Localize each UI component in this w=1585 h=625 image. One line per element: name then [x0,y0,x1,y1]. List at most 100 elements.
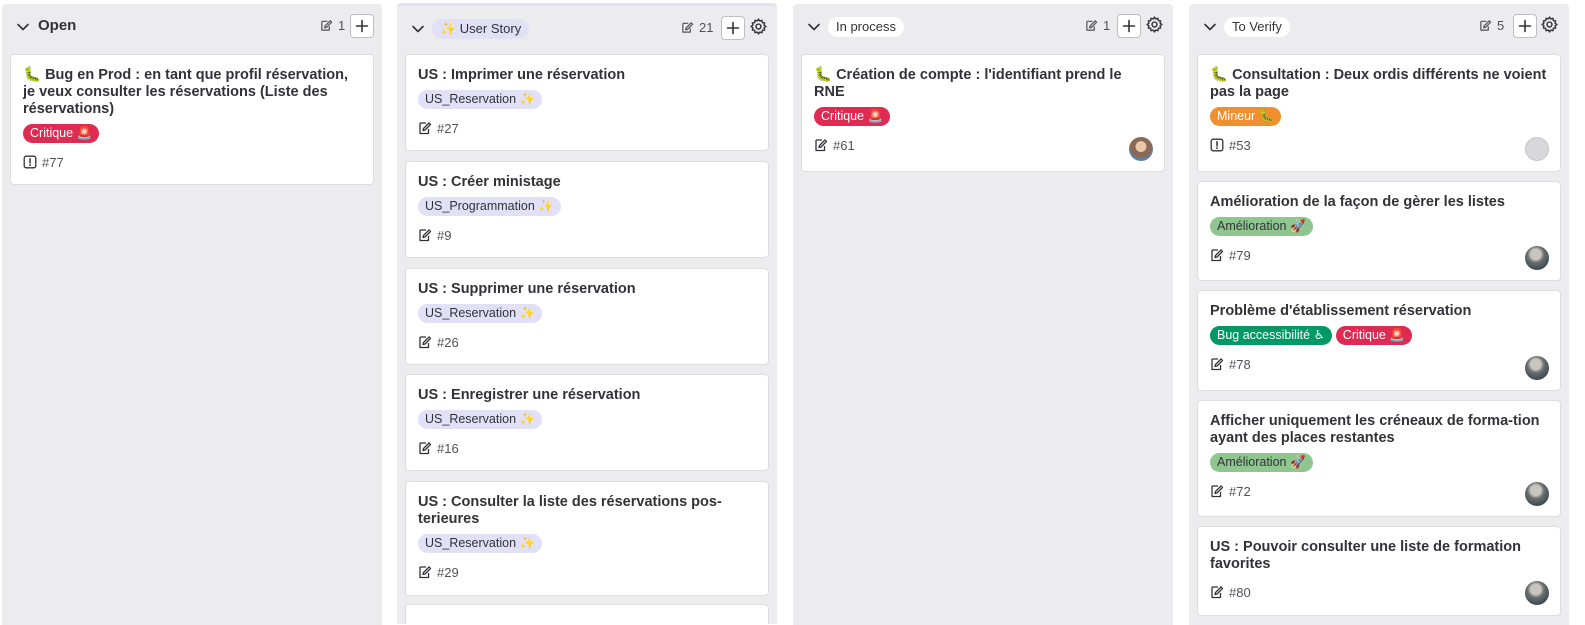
label-amelioration[interactable]: Amélioration 🚀 [1210,453,1313,472]
task-count-icon [320,19,333,32]
card-labels: US_Reservation ✨ [418,534,756,553]
task-icon [418,335,432,349]
list-header: Open 1 [2,4,382,48]
task-count-icon [1085,19,1098,32]
label-amelioration[interactable]: Amélioration 🚀 [1210,217,1313,236]
issue-card[interactable]: 🐛 Création de compte : l'identifiant pre… [801,54,1165,172]
chevron-down-icon[interactable] [807,20,821,34]
issue-card[interactable]: 🐛 Consultation : Deux ordis différents n… [1197,54,1561,172]
card-title[interactable]: US : Enregistrer une réservation [418,387,756,404]
card-title[interactable]: US : Créer ministage [418,174,756,191]
card-title[interactable]: US : Supprimer une réservation [418,281,756,298]
card-meta: #26 [418,331,756,353]
label-us-reservation[interactable]: US_Reservation ✨ [418,90,543,109]
assignee-avatar[interactable] [1525,246,1549,270]
card-title[interactable]: Amélioration de la façon de gèrer les li… [1210,194,1548,211]
label-mineur[interactable]: Mineur 🐛 [1210,107,1282,126]
list-settings-button[interactable] [1540,16,1558,35]
task-icon [814,138,828,152]
board-list-to-verify: To Verify 5 🐛 Consultation : Deux ordis … [1189,4,1569,625]
card-labels: US_Programmation ✨ [418,197,756,216]
add-issue-button[interactable] [1117,14,1141,38]
issue-card[interactable]: US : Imprimer une réservation US_Reserva… [405,54,769,151]
plus-icon [1518,19,1532,33]
issue-icon [1210,138,1224,152]
card-reference: #80 [1229,584,1251,600]
card-meta: #77 [23,151,361,173]
issue-count: 1 [320,18,345,33]
card-labels: Critique 🚨 [23,124,361,143]
card-title[interactable]: 🐛 Bug en Prod : en tant que profil réser… [23,67,361,118]
card-reference: #9 [437,227,452,243]
chevron-down-icon[interactable] [1203,20,1217,34]
card-reference: #53 [1229,137,1251,153]
card-title[interactable]: US : Imprimer une réservation [418,67,756,84]
list-title: To Verify [1224,17,1290,37]
assignee-avatar[interactable] [1525,581,1549,605]
chevron-down-icon[interactable] [411,22,425,36]
board-list-in-process: In process 1 🐛 Création de compte : l'id… [793,4,1173,625]
issue-card[interactable]: US : Supprimer une réservation US_Reserv… [405,268,769,365]
issue-card[interactable] [405,604,769,624]
gear-icon [749,18,767,38]
card-labels: US_Reservation ✨ [418,410,756,429]
add-issue-button[interactable] [721,16,745,40]
card-reference: #26 [437,334,459,350]
issue-card[interactable]: Amélioration de la façon de gèrer les li… [1197,181,1561,281]
assignee-avatar[interactable] [1129,137,1153,161]
card-meta: #61 [814,134,1152,156]
task-icon [418,228,432,242]
list-header: ✨ User Story 21 [397,6,777,50]
count-value: 5 [1497,18,1505,33]
card-title[interactable]: Problème d'établissement réservation [1210,303,1548,320]
issue-card[interactable]: Afficher uniquement les créneaux de form… [1197,400,1561,517]
card-reference: #61 [833,137,855,153]
add-issue-button[interactable] [350,14,374,38]
card-meta: #80 [1210,581,1548,603]
label-us-reservation[interactable]: US_Reservation ✨ [418,304,543,323]
task-icon [1210,484,1224,498]
chevron-down-icon[interactable] [16,20,30,34]
issue-card[interactable]: Problème d'établissement réservation Bug… [1197,290,1561,391]
card-title[interactable]: 🐛 Création de compte : l'identifiant pre… [814,67,1152,101]
card-labels: US_Reservation ✨ [418,304,756,323]
label-critique[interactable]: Critique 🚨 [1335,326,1412,345]
card-meta: #27 [418,117,756,139]
assignee-avatar[interactable] [1525,137,1549,161]
label-us-reservation[interactable]: US_Reservation ✨ [418,410,543,429]
gear-icon [1145,16,1163,36]
add-issue-button[interactable] [1513,14,1537,38]
assignee-avatar[interactable] [1525,356,1549,380]
card-labels: US_Reservation ✨ [418,90,756,109]
card-title[interactable]: 🐛 Consultation : Deux ordis différents n… [1210,67,1548,101]
card-reference: #27 [437,120,459,136]
list-settings-button[interactable] [1145,16,1163,36]
card-reference: #77 [42,154,64,170]
issue-card[interactable]: US : Consulter la liste des réservations… [405,481,769,596]
card-title[interactable]: Afficher uniquement les créneaux de form… [1210,413,1548,447]
card-labels: Amélioration 🚀 [1210,217,1548,236]
board-list-open: Open 1 🐛 Bug en Prod : en tant que profi… [2,4,382,625]
issue-count: 5 [1479,18,1504,33]
card-meta: #16 [418,437,756,459]
assignee-avatar[interactable] [1525,482,1549,506]
task-count-icon [681,21,694,34]
label-bug-accessibilite[interactable]: Bug accessibilité ♿ [1210,326,1332,345]
label-us-reservation[interactable]: US_Reservation ✨ [418,534,543,553]
issue-card[interactable]: US : Créer ministage US_Programmation ✨ … [405,161,769,258]
label-critique[interactable]: Critique 🚨 [23,124,100,143]
list-settings-button[interactable] [749,18,767,38]
task-icon [1210,585,1224,599]
issue-card[interactable]: US : Pouvoir consulter une liste de form… [1197,526,1561,616]
card-labels: Critique 🚨 [814,107,1152,126]
label-critique[interactable]: Critique 🚨 [814,107,891,126]
list-title: In process [828,17,904,37]
card-title[interactable]: US : Pouvoir consulter une liste de form… [1210,539,1548,573]
task-icon [418,121,432,135]
label-us-programmation[interactable]: US_Programmation ✨ [418,197,561,216]
card-title[interactable]: US : Consulter la liste des réservations… [418,494,756,528]
board-list-user-story: ✨ User Story 21 US : Imprimer une réserv… [397,3,777,624]
issue-card[interactable]: 🐛 Bug en Prod : en tant que profil réser… [10,54,374,185]
card-labels: Bug accessibilité ♿ Critique 🚨 [1210,326,1548,345]
issue-card[interactable]: US : Enregistrer une réservation US_Rese… [405,374,769,471]
